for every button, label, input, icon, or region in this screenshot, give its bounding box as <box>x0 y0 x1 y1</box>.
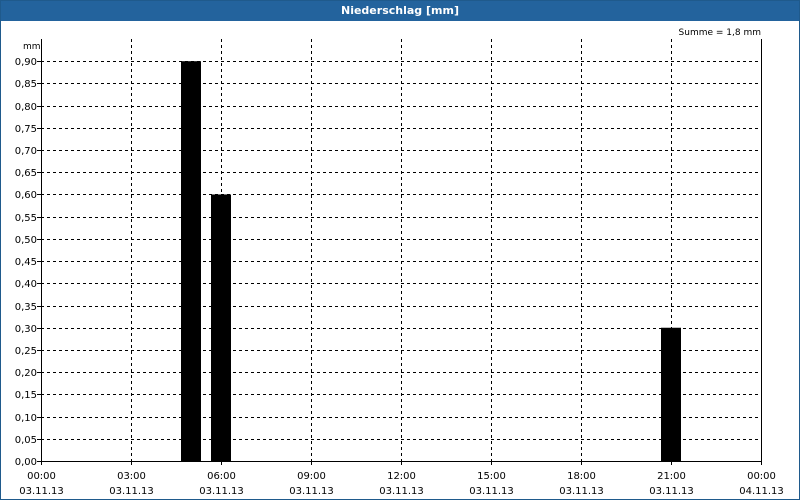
x-tick-date: 03.11.13 <box>379 486 424 497</box>
x-tick-date: 03.11.13 <box>469 486 514 497</box>
y-tick-label: 0,80 <box>15 102 37 113</box>
y-tick-label: 0,40 <box>15 279 37 290</box>
y-tick-label: 0,20 <box>15 368 37 379</box>
x-tick-time: 00:00 <box>27 471 56 482</box>
precipitation-bar <box>661 327 681 461</box>
x-tick-time: 09:00 <box>297 471 326 482</box>
x-tick-date: 03.11.13 <box>199 486 244 497</box>
y-tick-label: 0,05 <box>15 435 37 446</box>
y-tick-label: 0,30 <box>15 324 37 335</box>
y-tick-label: 0,90 <box>15 57 37 68</box>
y-tick-label: 0,70 <box>15 146 37 157</box>
x-tick-time: 03:00 <box>117 471 146 482</box>
y-tick-label: 0,75 <box>15 124 37 135</box>
y-unit-label: mm <box>23 42 41 52</box>
x-tick-date: 03.11.13 <box>19 486 64 497</box>
y-tick-label: 0,60 <box>15 190 37 201</box>
x-tick-time: 06:00 <box>207 471 236 482</box>
x-tick-time: 12:00 <box>387 471 416 482</box>
x-tick-date: 03.11.13 <box>109 486 154 497</box>
y-tick-label: 0,10 <box>15 413 37 424</box>
x-tick-time: 21:00 <box>657 471 686 482</box>
y-tick-label: 0,25 <box>15 346 37 357</box>
y-tick-label: 0,00 <box>15 457 37 468</box>
x-tick-date: 04.11.13 <box>739 486 784 497</box>
chart-plot: 0,00 0,05 0,10 0,15 0,20 0,25 0,30 0,35 0,40 0,45… <box>15 28 784 497</box>
x-tick-time: 15:00 <box>477 471 506 482</box>
y-tick-label: 0,85 <box>15 79 37 90</box>
x-tick-date: 03.11.13 <box>289 486 334 497</box>
y-tick-label: 0,65 <box>15 168 37 179</box>
y-tick-label: 0,35 <box>15 302 37 313</box>
x-tick-time: 00:00 <box>747 471 776 482</box>
x-tick-date: 03.11.13 <box>559 486 604 497</box>
y-tick-label: 0,50 <box>15 235 37 246</box>
y-tick-label: 0,45 <box>15 257 37 268</box>
y-tick-label: 0,15 <box>15 390 37 401</box>
y-tick-label: 0,55 <box>15 213 37 224</box>
x-tick-time: 18:00 <box>567 471 596 482</box>
precipitation-bar <box>211 194 231 461</box>
precipitation-bar <box>181 61 201 462</box>
sum-annotation: Summe = 1,8 mm <box>679 28 761 38</box>
x-tick-date: 03.11.13 <box>649 486 694 497</box>
